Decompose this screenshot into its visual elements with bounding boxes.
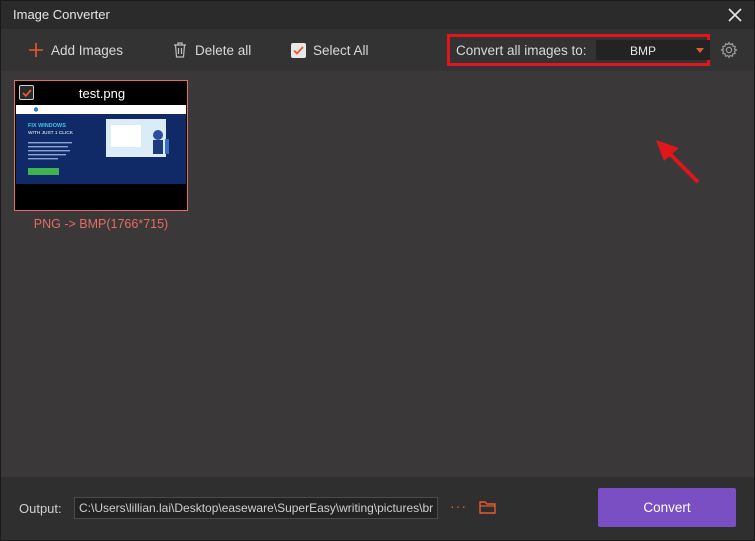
toolbar: Add Images Delete all Select All Convert…	[1, 29, 754, 71]
gear-icon[interactable]	[720, 41, 738, 59]
thumbnail-headline-1: FIX WINDOWS	[28, 123, 66, 129]
format-value: BMP	[630, 44, 657, 58]
convert-button-label: Convert	[643, 500, 691, 515]
close-icon	[728, 8, 742, 22]
image-converter-window: Image Converter Add Images Delete all Se…	[0, 0, 755, 541]
annotation-arrow	[656, 140, 700, 184]
thumbnail-headline-2: WITH JUST 1 CLICK	[28, 130, 74, 136]
checkbox-icon	[290, 42, 306, 58]
image-list-area: test.png FIX WINDOWS WITH JUST 1 CLICK P…	[1, 71, 754, 477]
folder-icon[interactable]	[479, 500, 497, 515]
delete-all-button[interactable]: Delete all	[171, 29, 251, 71]
select-all-label: Select All	[313, 42, 369, 58]
image-thumbnail: FIX WINDOWS WITH JUST 1 CLICK	[16, 105, 186, 184]
image-card[interactable]: test.png FIX WINDOWS WITH JUST 1 CLICK	[14, 80, 188, 211]
select-all-checkbox[interactable]: Select All	[289, 29, 369, 71]
window-title: Image Converter	[13, 7, 110, 22]
trash-icon	[171, 41, 189, 59]
title-bar: Image Converter	[1, 1, 754, 29]
more-icon[interactable]: ···	[450, 498, 467, 514]
output-path-field[interactable]: C:\Users\lillian.lai\Desktop\easeware\Su…	[74, 497, 438, 519]
chevron-down-icon	[696, 48, 704, 53]
convert-all-format-group: Convert all images to: BMP	[447, 34, 710, 66]
format-dropdown[interactable]: BMP	[596, 40, 710, 60]
delete-all-label: Delete all	[195, 42, 252, 58]
output-label: Output:	[19, 501, 62, 516]
convert-button[interactable]: Convert	[598, 488, 736, 527]
conversion-info: PNG -> BMP(1766*715)	[33, 217, 169, 231]
add-images-button[interactable]: Add Images	[27, 29, 123, 71]
add-images-label: Add Images	[51, 42, 124, 58]
footer-bar: Output: C:\Users\lillian.lai\Desktop\eas…	[1, 477, 754, 540]
convert-all-label: Convert all images to:	[456, 42, 587, 58]
plus-icon	[27, 41, 45, 59]
close-button[interactable]	[724, 4, 746, 26]
image-filename: test.png	[78, 86, 126, 101]
